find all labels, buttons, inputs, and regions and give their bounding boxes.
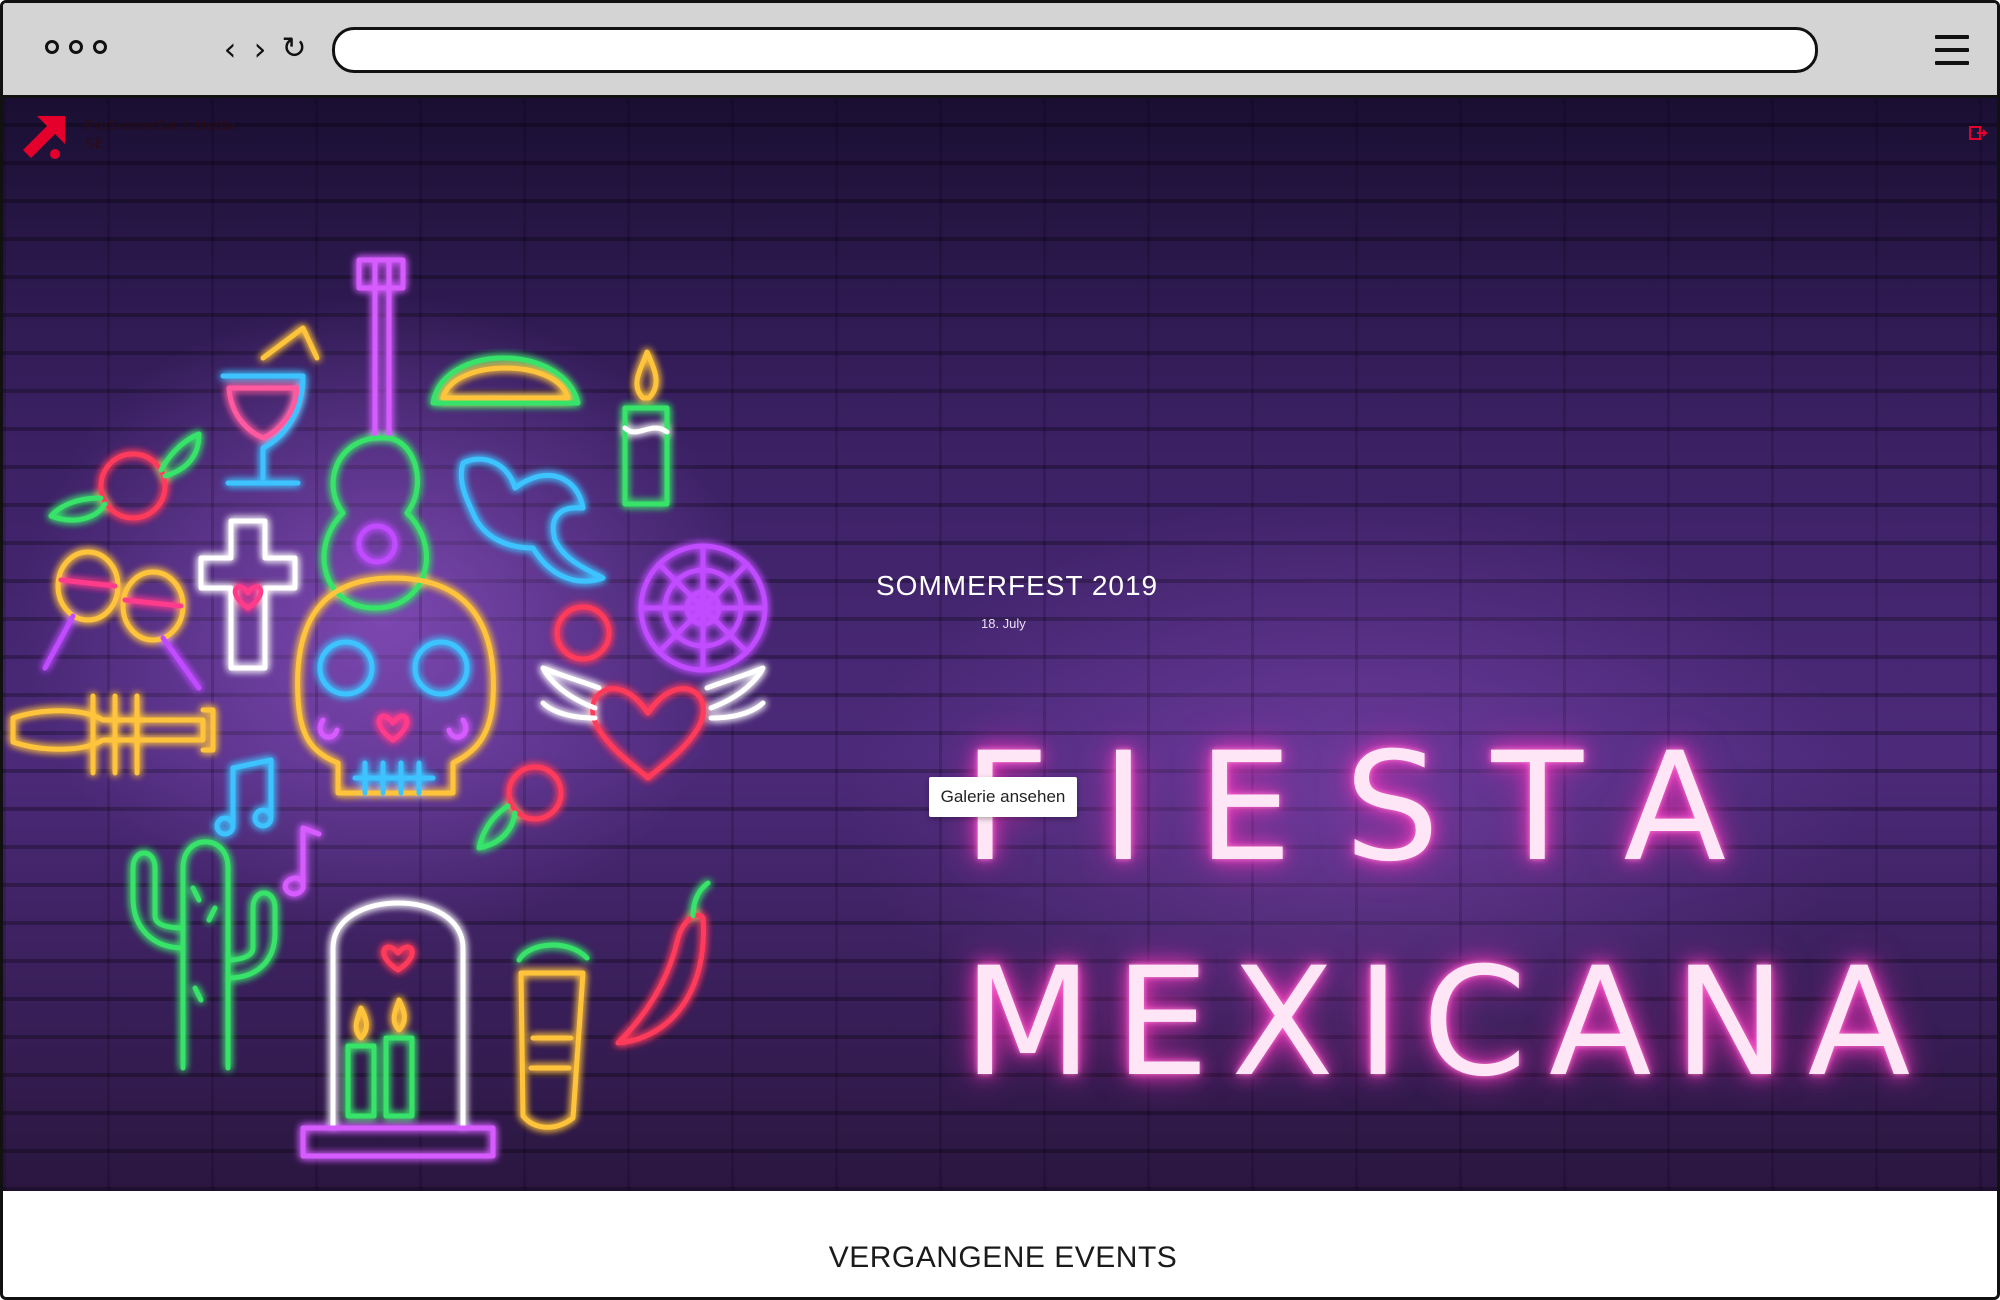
cross-icon — [198, 518, 298, 671]
past-events-heading: VERGANGENE EVENTS — [828, 1241, 1178, 1274]
chili-pepper-icon — [615, 912, 706, 1046]
browser-window: ‹ › ↻ ProSiebenSat.1 Media SE SOMMERFEST… — [0, 0, 2000, 1300]
shrine-candles-icon — [300, 900, 496, 1159]
music-note-icon — [214, 757, 274, 837]
neon-heading-line: MEXICANA — [963, 936, 1933, 1110]
chevron-left-icon[interactable]: ‹ — [215, 31, 245, 67]
rose-icon — [554, 604, 612, 662]
rose-icon — [48, 431, 202, 523]
cocktail-icon — [220, 325, 320, 486]
hamburger-menu-icon[interactable] — [1935, 35, 1969, 65]
reload-icon[interactable]: ↻ — [279, 31, 309, 67]
cactus-icon — [130, 839, 278, 1071]
window-control-dot[interactable] — [45, 40, 59, 54]
brand-logo-text: ProSiebenSat.1 Media SE — [85, 117, 236, 151]
rose-icon — [506, 764, 564, 822]
sugar-skull-icon — [295, 575, 496, 796]
burrito-icon — [516, 942, 590, 1130]
guitar-body-icon — [321, 435, 429, 611]
taco-icon — [430, 355, 581, 406]
brand-logo-icon[interactable] — [21, 114, 67, 160]
window-controls — [45, 40, 107, 54]
logout-icon[interactable] — [1969, 124, 1987, 142]
window-control-dot[interactable] — [93, 40, 107, 54]
spider-web-icon — [638, 543, 768, 673]
trumpet-icon — [10, 693, 216, 776]
maracas-icon — [42, 549, 202, 691]
neon-mexican-icons-illustration — [10, 257, 768, 1159]
browser-toolbar: ‹ › ↻ — [3, 3, 1997, 98]
hero-banner: ProSiebenSat.1 Media SE SOMMERFEST 2019 … — [3, 98, 1997, 1191]
window-control-dot[interactable] — [69, 40, 83, 54]
view-gallery-button[interactable]: Galerie ansehen — [929, 777, 1077, 817]
dove-icon — [458, 456, 606, 584]
music-note-icon — [282, 825, 322, 897]
event-date: 18. July — [981, 616, 1026, 631]
neon-heading-line: FIESTA — [963, 721, 1779, 895]
chevron-right-icon[interactable]: › — [245, 31, 275, 67]
address-bar[interactable] — [332, 27, 1818, 73]
winged-heart-icon — [540, 665, 766, 781]
event-title: SOMMERFEST 2019 — [876, 570, 1159, 601]
guitar-icon — [356, 257, 406, 441]
candle-icon — [622, 349, 670, 507]
